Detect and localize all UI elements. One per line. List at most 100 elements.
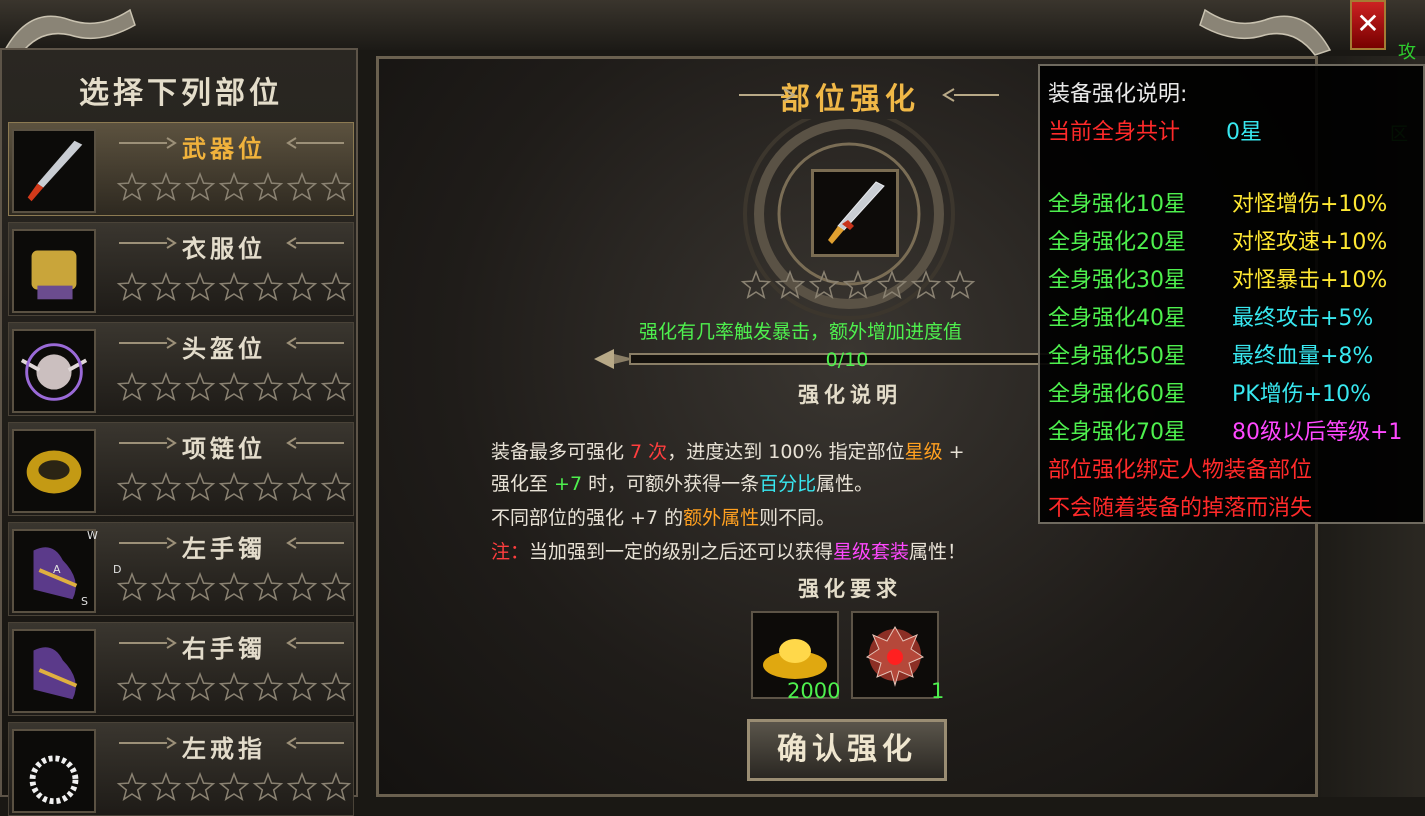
star-icon [184, 771, 216, 801]
tooltip-tier-bonus: 最终攻击+5% [1232, 306, 1374, 331]
star-icon [740, 269, 772, 299]
progress-count: 0/10 [825, 349, 869, 371]
star-icon [774, 269, 806, 299]
slot-icon-frame [12, 429, 96, 513]
star-icon [218, 571, 250, 601]
slot-name: 左戒指 [182, 734, 266, 763]
star-icon [320, 371, 352, 401]
title-ornament-left-icon [739, 88, 796, 102]
tooltip-tier-label: 全身强化20星 [1048, 230, 1186, 255]
star-icon [252, 571, 284, 601]
star-icon [252, 471, 284, 501]
armor-icon [31, 250, 77, 300]
star-icon [320, 471, 352, 501]
slot-name: 左手镯 [182, 534, 266, 563]
key-hint-a: A [53, 563, 61, 576]
star-icon [218, 171, 250, 201]
star-icon [116, 271, 148, 301]
star-icon [116, 571, 148, 601]
star-icon [150, 471, 182, 501]
slot-item[interactable]: 左戒指 [8, 722, 354, 816]
slot-item[interactable]: 衣服位 [8, 222, 354, 316]
star-icon [150, 771, 182, 801]
slot-item[interactable]: 右手镯 [8, 622, 354, 716]
desc-line-1: 装备最多可强化 7 次，进度达到 100% 指定部位星级 + [491, 441, 965, 463]
tooltip-tier-label: 全身强化50星 [1048, 344, 1186, 369]
star-icon [320, 671, 352, 701]
star-icon [116, 671, 148, 701]
star-icon [286, 571, 318, 601]
gem-count: 1 [931, 679, 945, 703]
slot-star-rating [116, 471, 352, 501]
slot-list-title: 选择下列部位 [79, 76, 283, 111]
desc-line-3: 不同部位的强化 +7 的额外属性则不同。 [491, 507, 836, 529]
star-icon [320, 771, 352, 801]
star-icon [218, 471, 250, 501]
star-icon [320, 271, 352, 301]
tooltip-note-2: 不会随着装备的掉落而消失 [1048, 496, 1313, 521]
bracelet-icon [33, 647, 78, 700]
tooltip-tier-label: 全身强化60星 [1048, 382, 1186, 407]
star-icon [320, 571, 352, 601]
star-icon [910, 269, 942, 299]
edge-label-1: 攻 [1398, 42, 1416, 63]
star-icon [184, 571, 216, 601]
star-icon [116, 371, 148, 401]
slot-name: 右手镯 [182, 634, 266, 663]
key-hint-w: W [87, 529, 98, 542]
close-button[interactable]: ✕ [1350, 0, 1386, 50]
selected-equipment-slot[interactable] [811, 169, 899, 257]
slot-item[interactable]: 武器位 [8, 122, 354, 216]
confirm-enhance-button[interactable]: 确认强化 [747, 719, 947, 781]
slot-item[interactable]: 头盔位 [8, 322, 354, 416]
tooltip-tier-bonus: 对怪暴击+10% [1232, 268, 1388, 293]
slot-icon-frame [12, 729, 96, 813]
desc-line-2: 强化至 +7 时，可额外获得一条百分比属性。 [491, 473, 874, 495]
slot-star-rating [116, 171, 352, 201]
tooltip-tier-bonus: 对怪攻速+10% [1232, 230, 1388, 255]
gold-count: 2000 [787, 679, 841, 703]
desc-line-4: 注：当加强到一定的级别之后还可以获得星级套装属性！ [491, 541, 967, 563]
requirement-title: 强化要求 [798, 576, 902, 601]
star-icon [218, 271, 250, 301]
star-icon [184, 671, 216, 701]
star-icon [150, 371, 182, 401]
dragon-ornament-icon [1199, 8, 1332, 56]
star-icon [116, 771, 148, 801]
star-icon [320, 171, 352, 201]
title-ornament-right-icon [942, 88, 999, 102]
tooltip-tier-bonus: PK增伤+10% [1232, 382, 1372, 407]
crit-tip-text: 强化有几率触发暴击，额外增加进度值 [639, 321, 963, 343]
star-icon [184, 271, 216, 301]
tooltip-tier-bonus: 对怪增伤+10% [1232, 192, 1388, 217]
star-icon [252, 771, 284, 801]
star-icon [286, 771, 318, 801]
star-icon [218, 671, 250, 701]
tooltip-tier-label: 全身强化40星 [1048, 306, 1186, 331]
ring-icon [29, 755, 79, 805]
demon-gem-icon [865, 625, 925, 687]
slot-item[interactable]: 左手镯 W A D S [8, 522, 354, 616]
star-icon [150, 671, 182, 701]
tooltip-title: 装备强化说明: [1048, 82, 1188, 107]
slot-icon-frame [12, 229, 96, 313]
slot-name: 衣服位 [182, 234, 266, 263]
slot-item[interactable]: 项链位 [8, 422, 354, 516]
star-icon [252, 671, 284, 701]
tooltip-total-value: 0星 [1226, 120, 1262, 145]
slot-list-panel: 选择下列部位 武器位 衣服位 头盔位 项链位 左手镯 W A D S 右手镯 左戒指 [0, 48, 358, 816]
gem-requirement[interactable] [851, 611, 939, 699]
tooltip-tier-bonus: 80级以后等级+1 [1232, 420, 1403, 445]
sword-icon [27, 140, 83, 202]
star-icon [150, 571, 182, 601]
star-icon [286, 271, 318, 301]
star-icon [286, 671, 318, 701]
tooltip-tier-bonus: 最终血量+8% [1232, 344, 1374, 369]
star-icon [286, 371, 318, 401]
star-icon [944, 269, 976, 299]
star-icon [184, 371, 216, 401]
tooltip-tier-label: 全身强化30星 [1048, 268, 1186, 293]
star-icon [116, 171, 148, 201]
slot-icon-frame [12, 129, 96, 213]
star-icon [252, 271, 284, 301]
